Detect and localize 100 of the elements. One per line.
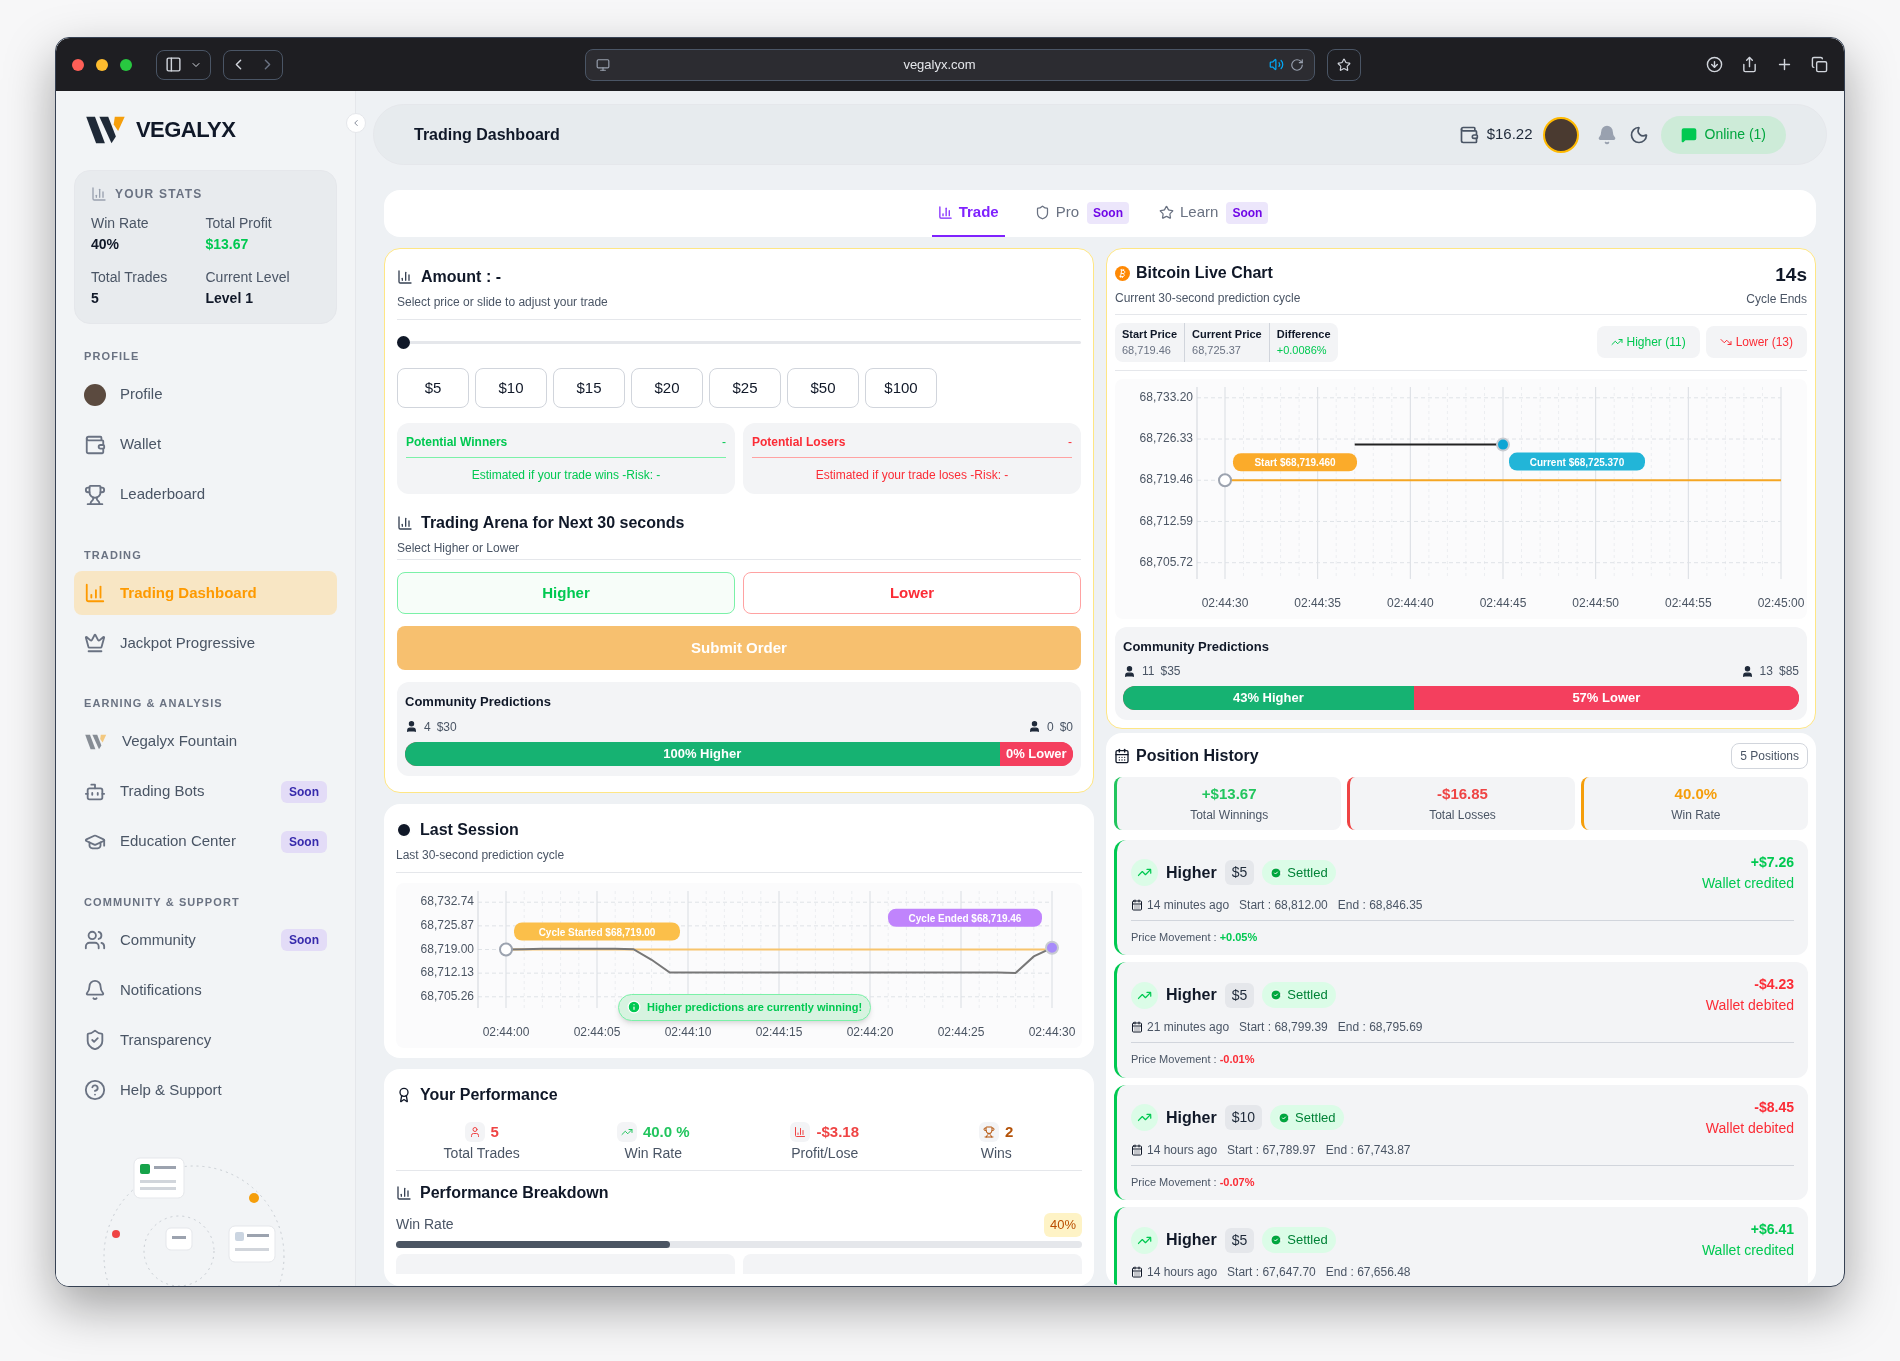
amount-button[interactable]: $20: [631, 368, 703, 408]
nav-item[interactable]: Leaderboard: [74, 472, 337, 517]
vote-count: 0: [1046, 718, 1054, 736]
chart-icon: [396, 1185, 412, 1201]
axis-label: 68,725.87: [420, 917, 474, 932]
moon-icon[interactable]: [1628, 124, 1649, 145]
zoom-button[interactable]: [120, 58, 132, 71]
price-label: Difference: [1276, 326, 1331, 342]
estimate-value: -: [1068, 434, 1072, 451]
stat-label: Wins: [980, 1144, 1012, 1163]
section-heading: TRADING: [83, 547, 143, 563]
card-title: Bitcoin Live Chart: [1136, 263, 1273, 283]
tabs-icon[interactable]: [1811, 56, 1828, 73]
calendar-icon: [1131, 1021, 1143, 1033]
bitcoin-icon: [1115, 265, 1130, 281]
axis-label: 02:45:00: [1757, 595, 1805, 610]
bookmark-icon[interactable]: [1327, 48, 1361, 81]
share-icon[interactable]: [1741, 56, 1758, 73]
stat-label: Win Rate: [624, 1144, 683, 1163]
trend-up-icon: [616, 1121, 637, 1142]
axis-label: 02:44:45: [1479, 595, 1527, 610]
nav-item[interactable]: Help & Support: [74, 1068, 337, 1112]
card-subtitle: Select price or slide to adjust your trade: [397, 294, 609, 311]
amount-button[interactable]: $50: [787, 368, 859, 408]
amount-button[interactable]: $5: [397, 368, 469, 408]
download-icon[interactable]: [1706, 56, 1723, 73]
price-label: Current $68,725.370: [1509, 452, 1645, 471]
help-icon: [84, 1079, 106, 1101]
close-button[interactable]: [72, 58, 84, 71]
bell-icon: [84, 979, 106, 1001]
direction-button[interactable]: Lower: [743, 572, 1081, 614]
nav-item[interactable]: Wallet: [74, 422, 337, 467]
new-tab-icon[interactable]: [1776, 56, 1793, 73]
tab[interactable]: Trade: [931, 190, 1005, 237]
stat-value: -$3.18: [816, 1121, 859, 1142]
axis-label: 02:44:35: [1294, 595, 1342, 610]
amount-button[interactable]: $10: [475, 368, 547, 408]
nav-item[interactable]: Transparency: [74, 1018, 337, 1062]
user-icon: [405, 720, 418, 733]
tab[interactable]: Pro Soon: [1034, 190, 1129, 237]
avatar-icon: [84, 383, 106, 406]
annotation: Cycle Ended $68,719.46: [908, 912, 1022, 924]
chart-icon: [397, 515, 413, 531]
card-title: Performance Breakdown: [420, 1183, 609, 1203]
amount-tag: $5: [1224, 982, 1255, 1008]
direction-label: Higher: [1166, 985, 1217, 1005]
axis-label: 68,705.72: [1139, 554, 1193, 569]
status-text: Settled: [1287, 863, 1328, 882]
stat-label: Profit/Lose: [791, 1144, 859, 1163]
result-amount: +$7.26: [1750, 852, 1794, 872]
axis-label: 02:44:10: [664, 1024, 712, 1039]
nav-item[interactable]: Profile: [74, 372, 337, 417]
logo-icon: [84, 732, 108, 751]
axis-label: 02:44:05: [573, 1024, 621, 1039]
amount-slider[interactable]: [397, 335, 1081, 349]
amount-button[interactable]: $25: [709, 368, 781, 408]
card-title: Trading Arena for Next 30 seconds: [421, 513, 685, 533]
card-title: Amount : -: [421, 267, 501, 287]
calendar-icon: [1114, 748, 1130, 764]
star-icon: [1159, 205, 1174, 220]
vote-amount: $30: [436, 718, 457, 736]
status-text: Settled: [1287, 1231, 1328, 1250]
nav-item[interactable]: Education Center Soon: [74, 819, 337, 864]
axis-label: 02:44:30: [1028, 1024, 1076, 1039]
calendar-icon: [1131, 1143, 1143, 1156]
card-subtitle: Last 30-second prediction cycle: [396, 846, 566, 864]
nav-item[interactable]: Trading Bots Soon: [74, 769, 337, 814]
nav-item[interactable]: Vegalyx Fountain: [74, 719, 337, 764]
metric-value: 40%: [1043, 1213, 1082, 1237]
stat-label: Total Trades: [443, 1144, 520, 1163]
minimize-button[interactable]: [96, 58, 108, 71]
trophy-icon: [84, 483, 106, 506]
soon-badge: Soon: [281, 780, 327, 803]
summary-value: 40.0%: [1674, 784, 1718, 804]
start-marker: [499, 942, 513, 956]
nav-item[interactable]: Jackpot Progressive: [74, 621, 337, 665]
end-marker: [1496, 437, 1510, 452]
user-avatar[interactable]: [1542, 116, 1579, 153]
user-icon: [1123, 664, 1136, 678]
trend-down-icon: [1719, 336, 1732, 348]
price-value: 68,719.46: [1122, 343, 1172, 358]
price-label: Start Price: [1122, 326, 1178, 342]
chart-icon: [397, 269, 413, 285]
notice-text: Higher predictions are currently winning!: [647, 999, 863, 1015]
end-price: End : 67,743.87: [1325, 1141, 1411, 1159]
trend-up-icon: [1131, 1104, 1158, 1131]
slider-thumb[interactable]: [397, 335, 410, 349]
reload-icon[interactable]: [1290, 57, 1304, 72]
soon-badge: Soon: [1226, 201, 1269, 224]
tab[interactable]: Learn Soon: [1159, 190, 1269, 237]
sidebar-menu-button[interactable]: [156, 49, 211, 80]
crown-icon: [84, 632, 106, 654]
nav-item[interactable]: Notifications: [74, 968, 337, 1012]
amount-button[interactable]: $100: [865, 368, 937, 408]
axis-label: 02:44:50: [1572, 595, 1620, 610]
nav-item[interactable]: Community Soon: [74, 918, 337, 962]
amount-button[interactable]: $15: [553, 368, 625, 408]
trend-up-icon: [1131, 859, 1158, 886]
amount-tag: $5: [1224, 1227, 1255, 1253]
address-bar[interactable]: vegalyx.com: [585, 48, 1315, 81]
